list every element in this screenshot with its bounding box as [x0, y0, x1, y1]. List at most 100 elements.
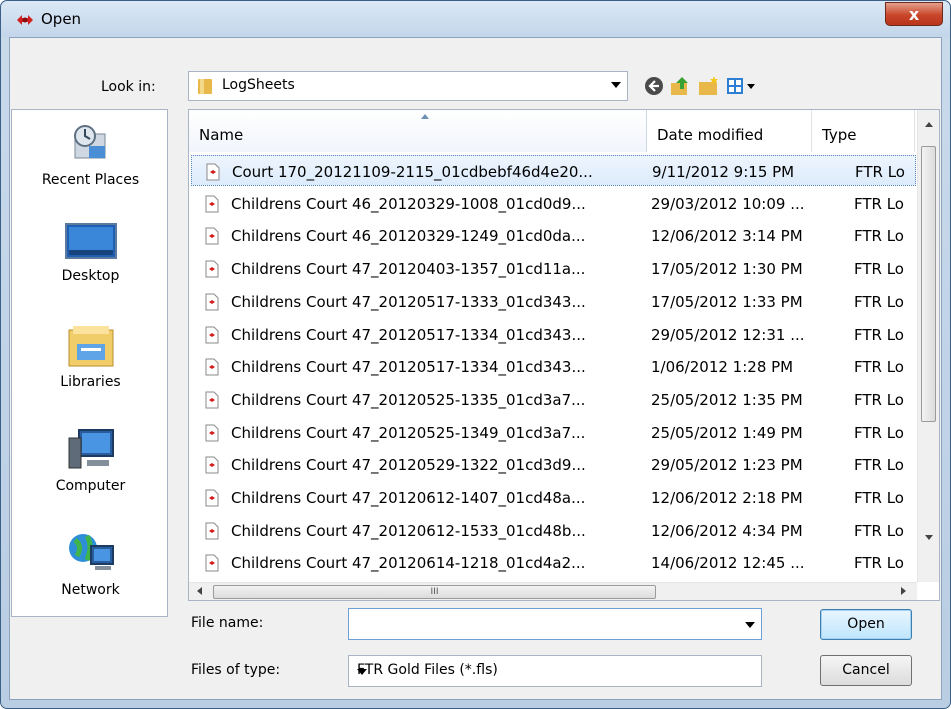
scroll-right-icon[interactable] [901, 587, 906, 595]
desktop-icon [64, 223, 117, 259]
file-type: FTR Lo [854, 260, 904, 279]
file-date-modified: 29/03/2012 10:09 ... [651, 194, 805, 213]
file-date-modified: 12/06/2012 3:14 PM [651, 227, 803, 246]
file-date-modified: 29/05/2012 12:31 ... [651, 325, 805, 344]
file-name: Childrens Court 47_20120517-1334_01cd343… [231, 325, 586, 344]
file-name: Childrens Court 46_20120329-1249_01cd0da… [231, 227, 586, 246]
file-name: Childrens Court 47_20120614-1218_01cd4a2… [231, 554, 586, 573]
recent-places-icon [73, 125, 105, 159]
file-row[interactable]: Childrens Court 46_20120329-1008_01cd0d9… [191, 188, 916, 219]
file-name: Childrens Court 46_20120329-1008_01cd0d9… [231, 194, 586, 213]
file-date-modified: 25/05/2012 1:35 PM [651, 390, 803, 409]
ftr-file-icon [205, 489, 219, 507]
ftr-file-icon [205, 424, 219, 442]
look-in-combobox[interactable]: LogSheets [188, 71, 628, 101]
ftr-file-icon [205, 358, 219, 376]
scroll-grip-icon: III [430, 587, 439, 597]
file-name: Childrens Court 47_20120529-1322_01cd3d9… [231, 456, 586, 475]
view-menu-icon[interactable] [725, 74, 757, 98]
scroll-up-icon[interactable] [925, 122, 933, 127]
folder-icon [198, 79, 212, 94]
chevron-down-icon[interactable] [745, 622, 755, 628]
scroll-down-icon[interactable] [925, 535, 933, 540]
ftr-file-icon [205, 554, 219, 572]
file-row[interactable]: Childrens Court 47_20120517-1333_01cd343… [191, 286, 916, 317]
up-folder-icon[interactable] [668, 74, 692, 98]
file-date-modified: 9/11/2012 9:15 PM [652, 163, 795, 181]
file-name: Court 170_20121109-2115_01cdbebf46d4e20.… [232, 163, 593, 181]
column-header-name[interactable]: Name [189, 110, 647, 152]
network-icon [68, 534, 114, 570]
look-in-value: LogSheets [222, 77, 295, 93]
file-name: Childrens Court 47_20120517-1334_01cd343… [231, 358, 586, 377]
file-name: Childrens Court 47_20120403-1357_01cd11a… [231, 260, 586, 279]
place-libraries[interactable]: Libraries [12, 322, 169, 390]
window-title: Open [41, 10, 82, 28]
file-row[interactable]: Childrens Court 47_20120612-1533_01cd48b… [191, 515, 916, 546]
file-type: FTR Lo [854, 554, 904, 573]
file-row[interactable]: Childrens Court 46_20120329-1249_01cd0da… [191, 220, 916, 251]
file-name-field[interactable] [348, 608, 762, 640]
cancel-button[interactable]: Cancel [820, 655, 912, 686]
file-list-view[interactable]: Name Date modified Type Court 170_201211… [188, 109, 940, 601]
file-type: FTR Lo [854, 489, 904, 507]
back-icon[interactable] [642, 74, 666, 98]
chevron-down-icon[interactable] [357, 669, 367, 675]
file-type: FTR Lo [854, 358, 904, 377]
file-name: Childrens Court 47_20120525-1335_01cd3a7… [231, 390, 586, 409]
file-row[interactable]: Childrens Court 47_20120614-1218_01cd4a2… [191, 547, 916, 578]
place-label: Desktop [61, 268, 120, 284]
place-label: Computer [55, 478, 126, 494]
files-of-type-label: Files of type: [191, 662, 281, 678]
place-desktop[interactable]: Desktop [12, 220, 169, 284]
place-recent-places[interactable]: Recent Places [12, 120, 169, 188]
place-computer[interactable]: Computer [12, 426, 169, 494]
file-name: Childrens Court 47_20120612-1407_01cd48a… [231, 489, 586, 507]
file-row[interactable]: Childrens Court 47_20120529-1322_01cd3d9… [191, 449, 916, 480]
file-type: FTR Lo [854, 521, 904, 540]
libraries-icon [68, 326, 113, 367]
files-of-type-select[interactable]: FTR Gold Files (*.fls) [348, 655, 762, 687]
file-row[interactable]: Childrens Court 47_20120517-1334_01cd343… [191, 351, 916, 382]
place-label: Libraries [60, 374, 121, 390]
file-date-modified: 14/06/2012 12:45 ... [651, 554, 805, 573]
file-row[interactable]: Childrens Court 47_20120525-1349_01cd3a7… [191, 417, 916, 448]
file-name: Childrens Court 47_20120612-1533_01cd48b… [231, 521, 586, 540]
file-row[interactable]: Childrens Court 47_20120403-1357_01cd11a… [191, 253, 916, 284]
file-date-modified: 17/05/2012 1:33 PM [651, 292, 803, 311]
file-row[interactable]: Court 170_20121109-2115_01cdbebf46d4e20.… [191, 155, 916, 186]
place-label: Recent Places [41, 172, 140, 188]
open-button[interactable]: Open [820, 609, 912, 640]
computer-icon [68, 429, 114, 469]
title-bar[interactable]: Open x [1, 1, 950, 37]
scroll-left-icon[interactable] [197, 587, 202, 595]
horizontal-scroll-thumb[interactable]: III [213, 585, 656, 599]
close-icon: x [908, 4, 920, 24]
chevron-down-icon[interactable] [611, 82, 621, 88]
horizontal-scrollbar[interactable]: III [189, 582, 917, 600]
new-folder-icon[interactable] [697, 74, 721, 98]
ftr-file-icon [205, 456, 219, 474]
ftr-file-icon [205, 391, 219, 409]
files-of-type-value: FTR Gold Files (*.fls) [357, 662, 498, 678]
ftr-file-icon [205, 195, 219, 213]
vertical-scrollbar[interactable] [917, 110, 939, 582]
close-button[interactable]: x [885, 2, 943, 26]
ftr-file-icon [205, 227, 219, 245]
file-date-modified: 12/06/2012 4:34 PM [651, 521, 803, 540]
file-date-modified: 25/05/2012 1:49 PM [651, 423, 803, 442]
column-header-date-modified[interactable]: Date modified [647, 110, 812, 152]
file-row[interactable]: Childrens Court 47_20120517-1334_01cd343… [191, 319, 916, 350]
ftr-file-icon [206, 163, 220, 181]
column-header-type[interactable]: Type [812, 110, 915, 152]
open-dialog-window: Open x Look in: LogSheets Recent Places … [0, 0, 951, 709]
file-row[interactable]: Childrens Court 47_20120612-1407_01cd48a… [191, 482, 916, 513]
file-name-label: File name: [191, 615, 264, 631]
file-date-modified: 29/05/2012 1:23 PM [651, 456, 803, 475]
place-network[interactable]: Network [12, 526, 169, 598]
file-type: FTR Lo [854, 194, 904, 213]
vertical-scroll-thumb[interactable] [921, 146, 936, 422]
file-row[interactable]: Childrens Court 47_20120525-1335_01cd3a7… [191, 384, 916, 415]
sort-ascending-icon [421, 114, 429, 119]
file-type: FTR Lo [854, 456, 904, 475]
